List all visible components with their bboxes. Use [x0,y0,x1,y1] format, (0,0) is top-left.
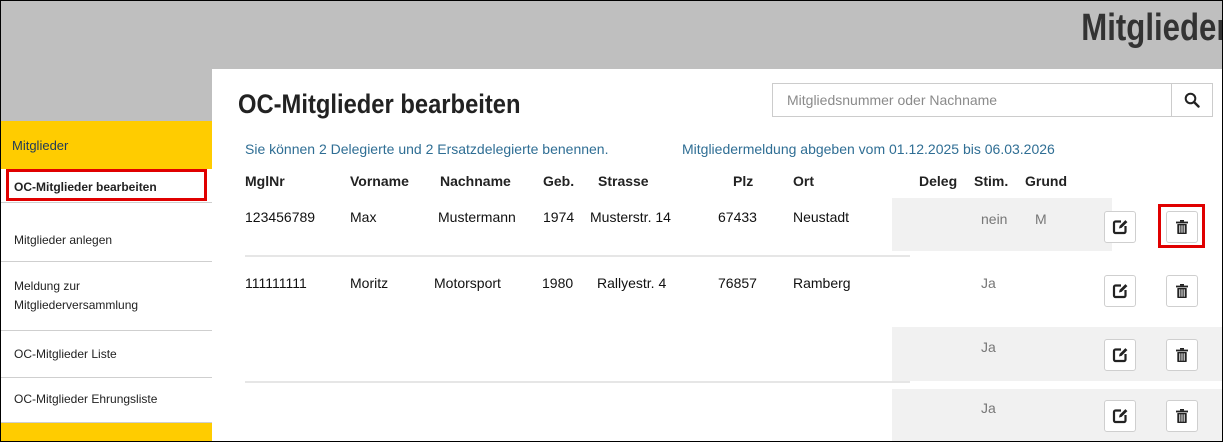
delete-button-highlight [1158,204,1205,248]
cell-geb: 1974 [543,209,575,225]
column-header-strasse: Strasse [598,173,649,189]
delete-button[interactable] [1166,339,1198,371]
cell-mglnr: 123456789 [245,209,316,225]
column-header-vorname: Vorname [350,173,409,189]
cell-geb: 1980 [542,275,574,291]
sidebar-top-spacer [1,69,212,121]
main-content: OC-Mitglieder bearbeiten Sie können 2 De… [212,69,1222,441]
sidebar-item-label: OC-Mitglieder Liste [14,347,117,361]
sidebar-section-label: Mitglieder [12,138,69,153]
delete-button[interactable] [1166,400,1198,432]
sidebar-item-oc-mitglieder-ehrungsliste[interactable]: OC-Mitglieder Ehrungsliste [1,378,212,423]
column-header-mglnr: MglNr [245,173,285,189]
column-header-stim: Stim. [974,173,1009,189]
edit-button[interactable] [1104,339,1136,371]
column-header-nachname: Nachname [440,173,511,189]
edit-icon [1112,284,1128,299]
cell-plz: 76857 [718,275,757,291]
cell-strasse: Rallyestr. 4 [597,275,667,291]
column-header-grund: Grund [1025,173,1067,189]
cell-grund: M [1035,211,1047,227]
row-separator [245,381,910,383]
cell-ort: Neustadt [793,209,850,225]
sidebar-footer-bar [1,423,212,441]
delegates-info: Sie können 2 Delegierte und 2 Ersatzdele… [245,141,609,157]
search-box [772,83,1172,117]
active-item-highlight [6,169,207,201]
row-separator [245,255,910,257]
cell-nachname: Mustermann [438,209,516,225]
edit-button[interactable] [1104,275,1136,307]
edit-icon [1112,220,1128,235]
sidebar-item-label: Meldung zur Mitgliederversammlung [14,279,139,312]
search-button[interactable] [1172,83,1213,117]
sidebar-item-label: OC-Mitglieder Ehrungsliste [14,392,158,406]
trash-icon [1176,348,1188,362]
cell-vorname: Moritz [350,275,389,291]
cell-nachname: Motorsport [434,275,501,291]
cell-stim: Ja [981,400,996,416]
cell-vorname: Max [350,209,377,225]
top-bar: Mitglieder [1,1,1222,69]
cell-mglnr: 111111111 [245,275,307,291]
sidebar-item-meldung-mitgliederversammlung[interactable]: Meldung zur Mitgliederversammlung [1,262,212,331]
app-window: Mitglieder Mitglieder OC-Mitglieder bear… [0,0,1223,442]
delete-button[interactable] [1166,275,1198,307]
edit-icon [1112,409,1128,424]
cell-stim: Ja [981,275,996,291]
cell-strasse: Musterstr. 14 [590,209,671,225]
column-header-ort: Ort [793,173,814,189]
sidebar: Mitglieder OC-Mitglieder bearbeiten Mitg… [1,121,212,441]
search-icon [1184,92,1200,108]
edit-button[interactable] [1104,211,1136,243]
edit-icon [1112,348,1128,363]
header-title: Mitglieder [1080,7,1223,49]
sidebar-item-mitglieder-anlegen[interactable]: Mitglieder anlegen [1,203,212,262]
trash-icon [1176,284,1188,298]
sidebar-section-header[interactable]: Mitglieder [1,121,212,169]
column-header-plz: Plz [733,173,754,189]
cell-stim: Ja [981,339,996,355]
sidebar-item-label: Mitglieder anlegen [14,233,113,247]
trash-icon [1176,409,1188,423]
edit-button[interactable] [1104,400,1136,432]
column-header-geb: Geb. [543,173,575,189]
page-title: OC-Mitglieder bearbeiten [238,89,521,119]
column-header-deleg: Deleg [919,173,958,189]
search-input[interactable] [773,84,1165,116]
cell-ort: Ramberg [793,275,851,291]
reporting-period-info[interactable]: Mitgliedermeldung abgeben vom 01.12.2025… [682,141,1055,157]
cell-stim: nein [981,211,1008,227]
cell-plz: 67433 [718,209,757,225]
sidebar-item-oc-mitglieder-liste[interactable]: OC-Mitglieder Liste [1,331,212,378]
